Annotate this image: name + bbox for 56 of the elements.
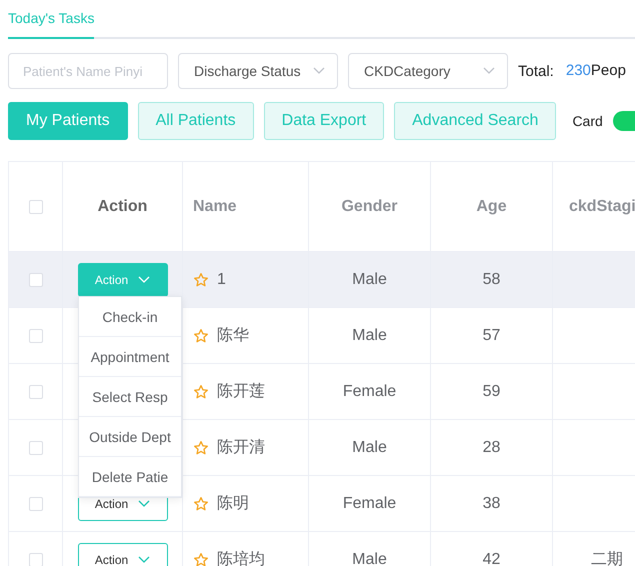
table-cell: 59 — [482, 382, 500, 400]
chevron-down-icon — [138, 556, 150, 564]
checkbox[interactable] — [28, 440, 42, 454]
menu-item[interactable]: Select Resp — [79, 377, 181, 417]
checkbox[interactable] — [28, 328, 42, 342]
patient-name: 陈华 — [217, 326, 249, 346]
checkbox[interactable] — [28, 384, 42, 398]
total-unit: Peop — [590, 62, 626, 79]
total-label: Total: — [518, 62, 554, 80]
column-header: Action — [98, 198, 148, 216]
select-field[interactable]: CKDCategory — [348, 53, 508, 89]
column-header: Name — [193, 198, 237, 216]
switch-label: Card — [572, 113, 603, 129]
table-cell-text: 二期 — [591, 550, 623, 566]
star-icon[interactable] — [193, 272, 209, 288]
patient-name: 陈培均 — [217, 550, 265, 566]
chevron-down-icon — [138, 500, 150, 508]
total-count: 230 — [566, 62, 591, 79]
patient-name: 1 — [217, 270, 226, 288]
select-field[interactable]: Discharge Status — [178, 53, 338, 89]
menu-item[interactable]: Delete Patie — [79, 457, 181, 497]
patient-name: 陈开莲 — [217, 382, 265, 402]
checkbox[interactable] — [28, 552, 42, 566]
table-cell: 42 — [482, 550, 500, 566]
menu-item[interactable]: Appointment — [79, 337, 181, 377]
table-cell: Male — [352, 550, 387, 566]
star-icon[interactable] — [193, 328, 209, 344]
action-button[interactable]: Action — [78, 542, 168, 566]
patient-name: 陈明 — [217, 494, 249, 514]
menu-item[interactable]: Outside Dept — [79, 417, 181, 457]
table-row[interactable]: Action 1 Male 58 — [9, 252, 635, 308]
checkbox[interactable] — [28, 496, 42, 510]
checkbox[interactable] — [28, 200, 42, 214]
patient-name: 陈开清 — [217, 438, 265, 458]
table-cell: Female — [342, 494, 396, 512]
column-header: Gender — [341, 198, 398, 216]
star-icon[interactable] — [193, 440, 209, 456]
chevron-down-icon — [483, 67, 495, 75]
table-cell: 28 — [482, 438, 500, 456]
table-cell: 57 — [482, 326, 500, 344]
star-icon[interactable] — [193, 496, 209, 512]
table-cell: Male — [352, 438, 387, 456]
checkbox[interactable] — [28, 272, 42, 286]
search-field[interactable]: Patient's Name Pinyi — [8, 53, 168, 89]
star-icon[interactable] — [193, 384, 209, 400]
chevron-down-icon — [313, 67, 325, 75]
table-cell: 38 — [482, 494, 500, 512]
chevron-down-icon — [138, 276, 150, 284]
table-cell: Male — [352, 270, 387, 288]
table-cell: Female — [342, 382, 396, 400]
column-header: ckdStagi — [569, 198, 635, 216]
table-cell: Male — [352, 326, 387, 344]
table-cell: 58 — [482, 270, 500, 288]
star-icon[interactable] — [193, 552, 209, 566]
menu-item[interactable]: Check-in — [79, 297, 181, 337]
column-header: Age — [476, 198, 507, 216]
